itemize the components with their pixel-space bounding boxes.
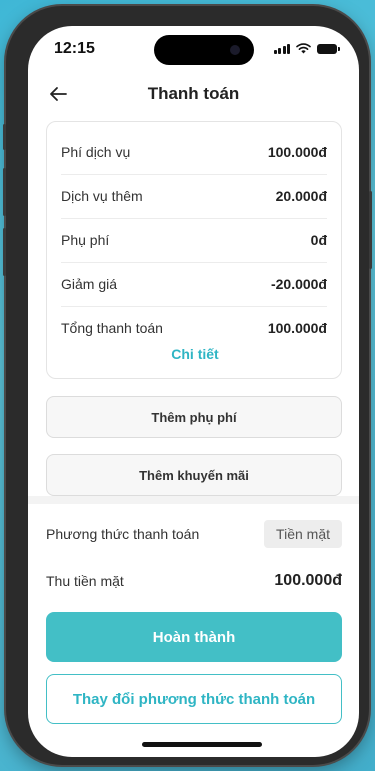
power-button	[369, 191, 372, 269]
row-label: Dịch vụ thêm	[61, 188, 143, 204]
battery-icon	[317, 43, 340, 54]
add-promotion-button[interactable]: Thêm khuyến mãi	[46, 454, 342, 496]
summary-row-service-fee: Phí dịch vụ 100.000đ	[61, 130, 327, 174]
row-value: 100.000đ	[267, 320, 327, 336]
change-payment-method-button[interactable]: Thay đổi phương thức thanh toán	[46, 674, 342, 724]
details-link[interactable]: Chi tiết	[47, 346, 343, 362]
dynamic-island	[154, 35, 254, 65]
screen: 12:15 Thanh toán Phí dịch vụ 100.000đ Dị…	[28, 26, 359, 757]
volume-down-button	[3, 228, 6, 276]
payment-method-chip[interactable]: Tiền mặt	[264, 520, 342, 548]
cash-collect-label: Thu tiền mặt	[46, 573, 124, 589]
phone-frame: 12:15 Thanh toán Phí dịch vụ 100.000đ Dị…	[3, 6, 372, 765]
page-title: Thanh toán	[147, 84, 240, 103]
complete-button[interactable]: Hoàn thành	[46, 612, 342, 662]
section-divider	[28, 496, 359, 504]
status-time: 12:15	[54, 40, 95, 57]
volume-up-button	[3, 168, 6, 216]
summary-row-extra-service: Dịch vụ thêm 20.000đ	[61, 174, 327, 218]
cash-collect-value: 100.000đ	[274, 572, 342, 589]
row-label: Giảm giá	[61, 276, 118, 292]
summary-row-total: Tổng thanh toán 100.000đ	[61, 306, 327, 350]
add-surcharge-button[interactable]: Thêm phụ phí	[46, 396, 342, 438]
silent-switch	[3, 124, 6, 150]
summary-row-surcharge: Phụ phí 0đ	[61, 218, 327, 262]
row-value: 20.000đ	[275, 188, 327, 204]
row-label: Phí dịch vụ	[61, 144, 131, 160]
row-label: Tổng thanh toán	[61, 320, 163, 336]
row-value: 100.000đ	[267, 144, 327, 160]
row-value: -20.000đ	[270, 276, 327, 292]
home-indicator[interactable]	[142, 742, 262, 747]
payment-summary-card: Phí dịch vụ 100.000đ Dịch vụ thêm 20.000…	[46, 121, 342, 379]
wifi-icon	[296, 43, 311, 54]
camera-icon	[230, 45, 240, 55]
header: Thanh toán	[28, 74, 359, 114]
row-label: Phụ phí	[61, 232, 110, 248]
signal-icon	[273, 43, 290, 54]
status-icons	[273, 43, 340, 54]
summary-row-discount: Giảm giá -20.000đ	[61, 262, 327, 306]
payment-method-row: Phương thức thanh toán Tiền mặt	[46, 518, 342, 550]
row-value: 0đ	[310, 232, 327, 248]
cash-collect-row: Thu tiền mặt 100.000đ	[46, 566, 342, 596]
payment-method-label: Phương thức thanh toán	[46, 526, 200, 542]
